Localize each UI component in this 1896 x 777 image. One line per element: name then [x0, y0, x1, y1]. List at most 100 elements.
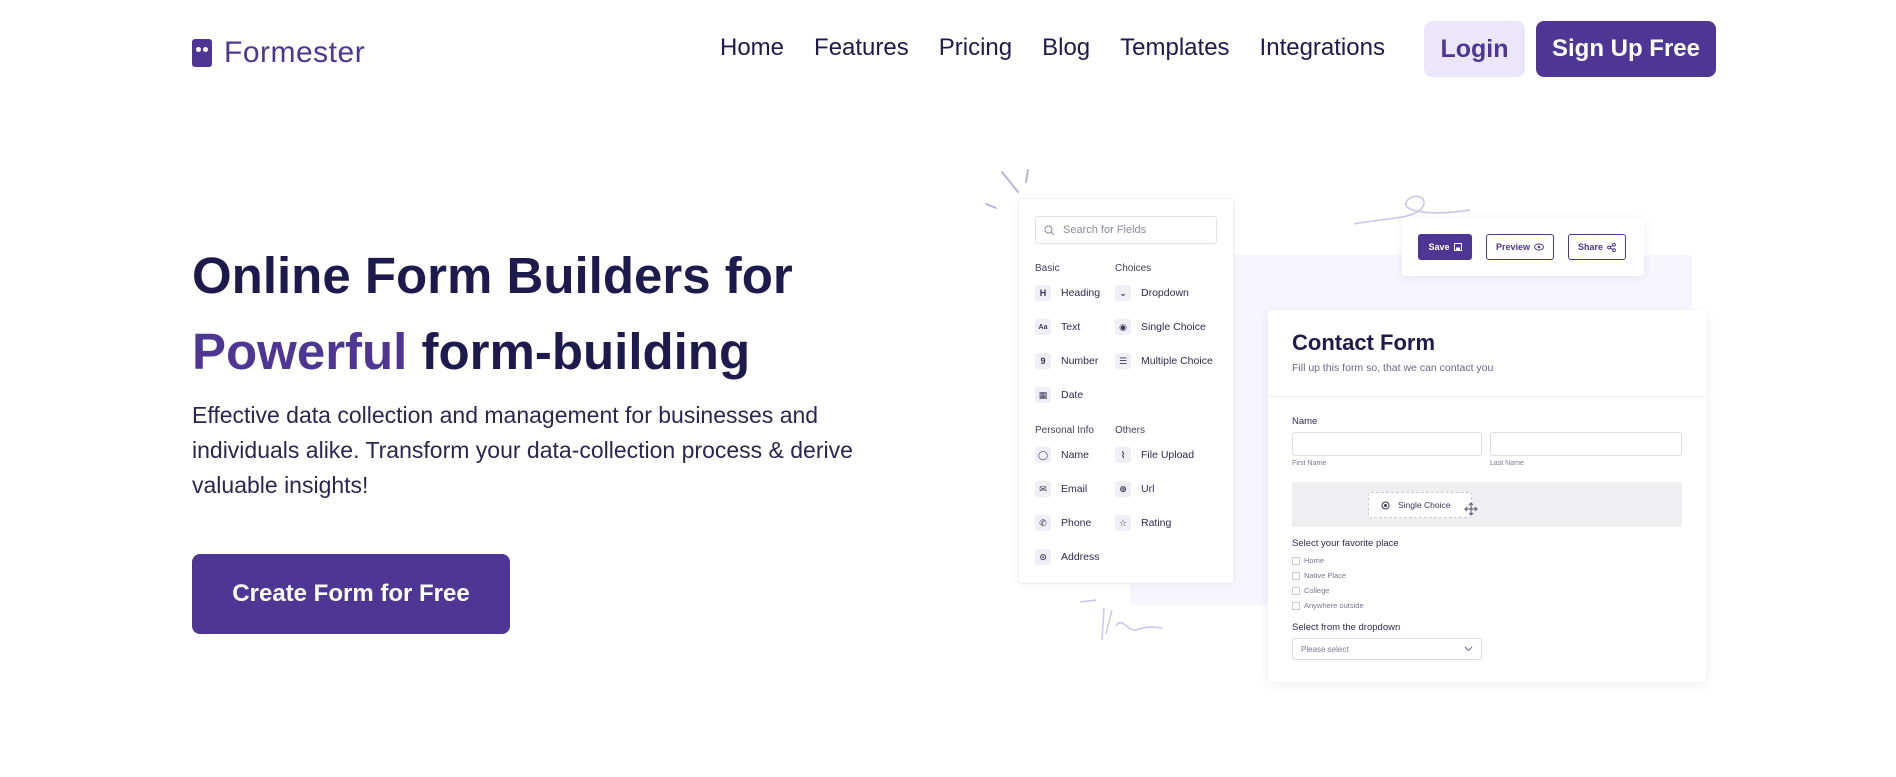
first-name-input[interactable] — [1292, 432, 1482, 456]
star-icon: ☆ — [1115, 515, 1131, 531]
field-date-label: Date — [1061, 389, 1084, 401]
field-search-input[interactable]: Search for Fields — [1035, 216, 1217, 244]
nav-features[interactable]: Features — [814, 34, 909, 62]
paperclip-icon: ⌇ — [1115, 447, 1131, 463]
share-button-label: Share — [1577, 242, 1603, 252]
eye-icon — [1534, 243, 1545, 251]
radio-icon: ◉ — [1115, 319, 1131, 335]
field-multiple-choice-label: Multiple Choice — [1141, 355, 1213, 367]
nav-home[interactable]: Home — [720, 34, 784, 62]
field-url[interactable]: ⊕ Url — [1115, 481, 1154, 497]
nav-blog[interactable]: Blog — [1042, 34, 1090, 62]
name-label: Name — [1292, 416, 1318, 427]
hero-subtitle: Effective data collection and management… — [192, 402, 853, 498]
field-email[interactable]: ✉ Email — [1035, 481, 1087, 497]
brand-name: Formester — [224, 36, 366, 69]
option-label: Home — [1304, 556, 1325, 565]
option-label: Native Place — [1304, 571, 1347, 580]
floppy-icon — [1453, 243, 1462, 251]
share-button[interactable]: Share — [1568, 234, 1626, 260]
contact-form-preview: Contact Form Fill up this form so, that … — [1268, 310, 1706, 682]
field-address-label: Address — [1061, 551, 1100, 563]
drop-zone[interactable]: Single Choice — [1292, 482, 1682, 527]
form-divider — [1268, 396, 1706, 397]
field-dropdown-label: Dropdown — [1141, 287, 1189, 299]
place-option-outside[interactable]: Anywhere outside — [1292, 601, 1364, 610]
field-multiple-choice[interactable]: ☰ Multiple Choice — [1115, 353, 1213, 369]
search-icon — [1044, 225, 1055, 235]
group-personal-info: Personal Info — [1035, 425, 1094, 436]
create-form-button[interactable]: Create Form for Free — [192, 554, 510, 634]
nav-templates[interactable]: Templates — [1120, 34, 1229, 62]
mail-icon: ✉ — [1035, 481, 1051, 497]
phone-icon: ✆ — [1035, 515, 1051, 531]
radio-icon — [1381, 501, 1390, 509]
login-button[interactable]: Login — [1424, 21, 1525, 77]
place-dropdown[interactable]: Please select — [1292, 638, 1482, 660]
move-cursor-icon — [1464, 502, 1478, 516]
field-search-placeholder: Search for Fields — [1063, 224, 1147, 236]
field-file-upload[interactable]: ⌇ File Upload — [1115, 447, 1194, 463]
field-text[interactable]: Aa Text — [1035, 319, 1080, 335]
group-choices: Choices — [1115, 263, 1152, 274]
option-label: Anywhere outside — [1304, 601, 1364, 610]
checkbox[interactable] — [1292, 556, 1300, 565]
main-nav: Home Features Pricing Blog Templates Int… — [720, 34, 1385, 62]
group-others: Others — [1115, 425, 1146, 436]
heading-icon: H — [1035, 285, 1051, 301]
first-name-hint: First Name — [1292, 460, 1327, 467]
place-option-home[interactable]: Home — [1292, 556, 1324, 565]
field-name[interactable]: ◯ Name — [1035, 447, 1089, 463]
text-icon: Aa — [1035, 319, 1051, 335]
field-rating[interactable]: ☆ Rating — [1115, 515, 1171, 531]
pin-icon: ⊙ — [1035, 549, 1051, 565]
checkbox[interactable] — [1292, 571, 1300, 580]
place-option-native[interactable]: Native Place — [1292, 571, 1346, 580]
field-address[interactable]: ⊙ Address — [1035, 549, 1100, 565]
last-name-input[interactable] — [1490, 432, 1682, 456]
signup-button[interactable]: Sign Up Free — [1536, 21, 1716, 77]
hero-title-line1: Online Form Builders for — [192, 247, 793, 304]
form-title: Contact Form — [1292, 330, 1435, 355]
field-file-upload-label: File Upload — [1141, 449, 1195, 461]
landing-page: Formester Home Features Pricing Blog Tem… — [0, 0, 1896, 777]
form-subtitle: Fill up this form so, that we can contac… — [1292, 362, 1494, 374]
field-number-label: Number — [1061, 355, 1099, 367]
field-single-choice[interactable]: ◉ Single Choice — [1115, 319, 1206, 335]
chevron-down-icon — [1464, 646, 1473, 652]
dropdown-icon: ⌄ — [1115, 285, 1131, 301]
field-name-label: Name — [1061, 449, 1090, 461]
place-question-label: Select your favorite place — [1292, 538, 1399, 549]
field-phone[interactable]: ✆ Phone — [1035, 515, 1091, 531]
hero-title-rest: form-building — [407, 323, 751, 380]
field-rating-label: Rating — [1141, 517, 1172, 529]
dragging-single-choice-chip[interactable]: Single Choice — [1368, 492, 1472, 518]
field-date[interactable]: ▦ Date — [1035, 387, 1083, 403]
field-heading-label: Heading — [1061, 287, 1101, 299]
list-icon: ☰ — [1115, 353, 1131, 369]
last-name-hint: Last Name — [1490, 460, 1524, 467]
preview-button-label: Preview — [1495, 242, 1531, 252]
nav-pricing[interactable]: Pricing — [939, 34, 1012, 62]
save-button[interactable]: Save — [1418, 234, 1472, 260]
place-option-college[interactable]: College — [1292, 586, 1329, 595]
option-label: College — [1304, 586, 1330, 595]
brand-logo[interactable]: Formester — [192, 36, 365, 70]
field-number[interactable]: 9 Number — [1035, 353, 1098, 369]
dropdown-placeholder: Please select — [1301, 644, 1349, 654]
number-icon: 9 — [1035, 353, 1051, 369]
field-dropdown[interactable]: ⌄ Dropdown — [1115, 285, 1189, 301]
hero-title-accent: Powerful — [192, 323, 408, 380]
share-icon — [1607, 242, 1616, 252]
preview-button[interactable]: Preview — [1486, 234, 1554, 260]
field-palette: Search for Fields Basic Choices H Heading… — [1018, 198, 1234, 584]
calendar-icon: ▦ — [1035, 387, 1051, 403]
dropdown-question-label: Select from the dropdown — [1292, 622, 1401, 633]
checkbox[interactable] — [1292, 601, 1300, 610]
field-heading[interactable]: H Heading — [1035, 285, 1100, 301]
field-url-label: Url — [1141, 483, 1155, 495]
chip-label: Single Choice — [1398, 500, 1451, 510]
nav-integrations[interactable]: Integrations — [1260, 34, 1385, 62]
checkbox[interactable] — [1292, 586, 1300, 595]
field-single-choice-label: Single Choice — [1141, 321, 1206, 333]
